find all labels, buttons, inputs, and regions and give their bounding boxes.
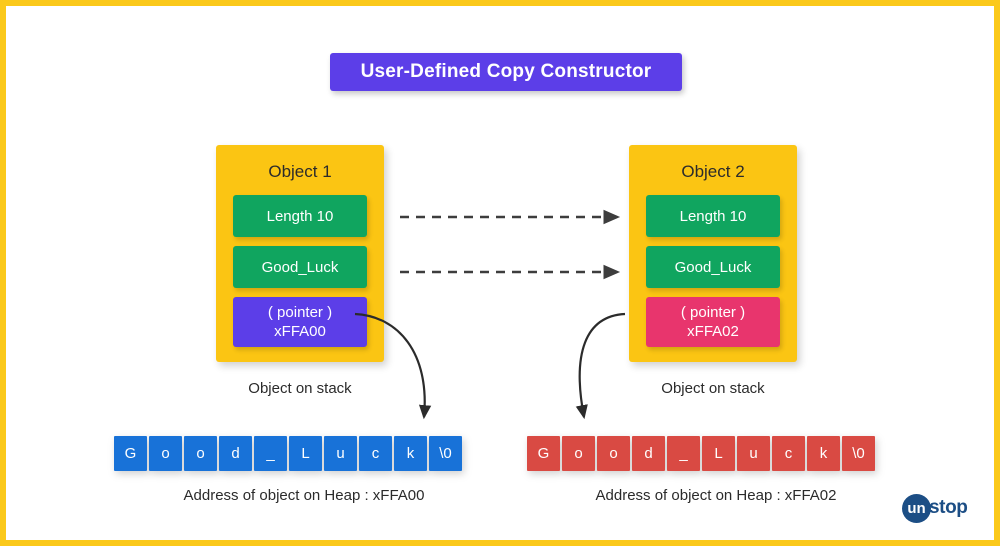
left-heap-array: Go o d _ Lu c k \0 — [114, 436, 462, 471]
object-2-field-pointer: ( pointer ) xFFA02 — [646, 297, 780, 347]
object-1-length-label: Length 10 — [266, 207, 334, 225]
object-card-2: Object 2 Length 10 Good_Luck ( pointer )… — [629, 145, 797, 362]
diagram-title-banner: User-Defined Copy Constructor — [330, 53, 682, 91]
right-heap-address-caption: Address of object on Heap : xFFA02 — [595, 487, 837, 504]
object-1-field-pointer: ( pointer ) xFFA00 — [233, 297, 367, 347]
heap-cell-left-2: o — [184, 436, 217, 471]
object-2-pointer-label: ( pointer ) — [680, 304, 746, 321]
unstop-logo-word: stop — [929, 497, 968, 518]
heap-cell-right-6: u — [737, 436, 770, 471]
object-1-pointer-label: ( pointer ) — [267, 304, 333, 321]
heap-cell-right-9: \0 — [842, 436, 875, 471]
heap-cell-right-5: L — [702, 436, 735, 471]
heap-cell-left-5: L — [289, 436, 322, 471]
heap-cell-left-8: k — [394, 436, 427, 471]
object-2-stack-caption: Object on stack — [661, 380, 765, 397]
page-title: User-Defined Copy Constructor — [360, 61, 652, 82]
heap-cell-right-8: k — [807, 436, 840, 471]
pointer-arrow-object-2-to-heap — [575, 312, 626, 420]
object-1-string-label: Good_Luck — [261, 258, 339, 276]
object-1-field-length: Length 10 — [233, 195, 367, 237]
heap-cell-right-4: _ — [667, 436, 700, 471]
diagram-canvas: User-Defined Copy Constructor Object 1 L… — [0, 0, 1000, 546]
unstop-logo: un stop — [902, 492, 986, 524]
object-2-field-length: Length 10 — [646, 195, 780, 237]
heap-cell-left-0: G — [114, 436, 147, 471]
object-card-1: Object 1 Length 10 Good_Luck ( pointer )… — [216, 145, 384, 362]
heap-cell-right-3: d — [632, 436, 665, 471]
heap-cell-right-0: G — [527, 436, 560, 471]
heap-cell-left-1: o — [149, 436, 182, 471]
unstop-logo-mark: un — [902, 493, 931, 523]
heap-cell-left-3: d — [219, 436, 252, 471]
heap-cell-right-1: o — [562, 436, 595, 471]
object-2-field-string: Good_Luck — [646, 246, 780, 288]
heap-cell-left-6: u — [324, 436, 357, 471]
heap-cell-left-4: _ — [254, 436, 287, 471]
object-1-field-string: Good_Luck — [233, 246, 367, 288]
heap-cell-right-7: c — [772, 436, 805, 471]
object-1-title: Object 1 — [268, 162, 332, 181]
object-2-length-label: Length 10 — [679, 207, 747, 225]
heap-cell-left-9: \0 — [429, 436, 462, 471]
object-1-stack-caption: Object on stack — [248, 380, 352, 397]
object-1-pointer-value: xFFA00 — [274, 323, 326, 340]
object-2-pointer-value: xFFA02 — [687, 323, 739, 340]
right-heap-array: Go o d _ Lu c k \0 — [527, 436, 875, 471]
object-2-title: Object 2 — [681, 162, 745, 181]
object-2-string-label: Good_Luck — [674, 258, 752, 276]
heap-cell-left-7: c — [359, 436, 392, 471]
heap-cell-right-2: o — [597, 436, 630, 471]
left-heap-address-caption: Address of object on Heap : xFFA00 — [183, 487, 425, 504]
